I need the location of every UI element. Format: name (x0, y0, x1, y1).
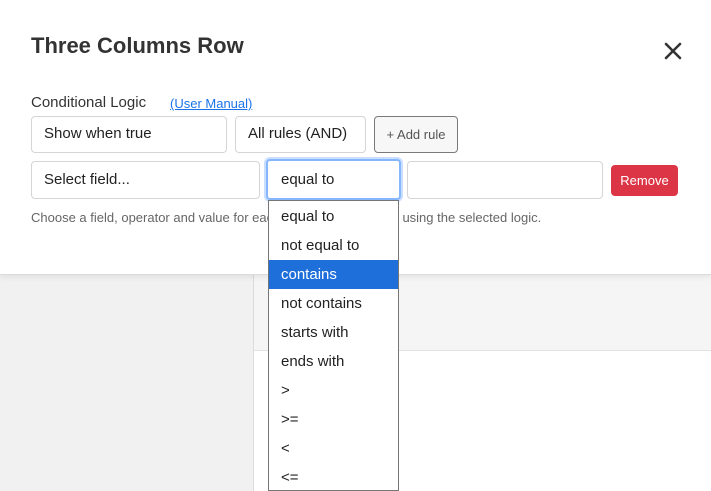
remove-rule-button[interactable]: Remove (611, 165, 678, 196)
operator-option[interactable]: <= (269, 463, 398, 490)
operator-dropdown-list: equal to not equal to contains not conta… (268, 200, 399, 491)
operator-option[interactable]: >= (269, 405, 398, 434)
operator-option[interactable]: ends with (269, 347, 398, 376)
add-rule-button[interactable]: + Add rule (374, 116, 458, 153)
show-mode-select[interactable]: Show when true (31, 116, 227, 153)
modal-title: Three Columns Row (31, 33, 244, 58)
operator-option[interactable]: equal to (269, 202, 398, 231)
operator-option-highlighted[interactable]: contains (269, 260, 398, 289)
operator-select[interactable]: equal to (266, 159, 401, 200)
conditional-logic-label: Conditional Logic (31, 94, 147, 111)
operator-option[interactable]: not equal to (269, 231, 398, 260)
user-manual-link[interactable]: (User Manual) (170, 96, 252, 111)
operator-option[interactable]: > (269, 376, 398, 405)
field-select[interactable]: Select field... (31, 161, 260, 199)
operator-option[interactable]: < (269, 434, 398, 463)
value-input[interactable] (407, 161, 603, 199)
close-icon (664, 42, 682, 60)
close-button[interactable] (660, 38, 686, 64)
operator-option[interactable]: starts with (269, 318, 398, 347)
operator-option[interactable]: not contains (269, 289, 398, 318)
rules-mode-select[interactable]: All rules (AND) (235, 116, 366, 153)
